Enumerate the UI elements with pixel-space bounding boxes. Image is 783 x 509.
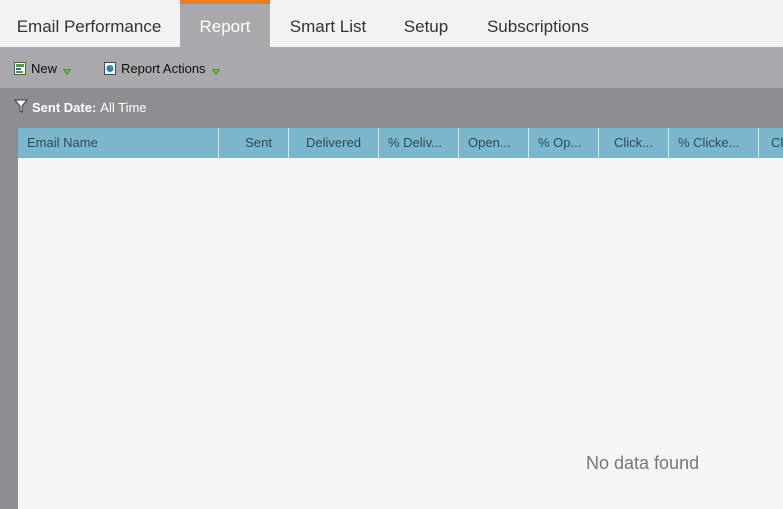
empty-state-message: No data found [586,453,700,473]
column-header-clicked[interactable]: Click... [599,128,669,158]
report-actions-icon [104,61,116,75]
column-header-pct-clicked[interactable]: % Clicke... [669,128,759,158]
tab-report[interactable]: Report [180,0,270,47]
new-button-label: New [31,60,58,76]
new-report-icon [14,61,26,75]
report-actions-label: Report Actions [121,60,206,76]
filter-bar: Sent Date: All Time [0,88,783,128]
column-header-clicked-extra[interactable]: Cl [759,128,783,158]
tab-subscriptions[interactable]: Subscriptions [468,0,608,47]
toolbar: New Report Actions [0,47,783,88]
report-grid: Email Name Sent Delivered % Deliv... Ope… [18,128,783,509]
caret-down-icon [62,64,72,76]
column-header-pct-delivered[interactable]: % Deliv... [379,128,459,158]
tab-bar: Email Performance Report Smart List Setu… [0,0,783,47]
column-header-email-name[interactable]: Email Name [18,128,219,158]
sent-date-filter[interactable]: Sent Date: All Time [13,99,147,116]
column-header-sent[interactable]: Sent [219,128,289,158]
tab-smart-list[interactable]: Smart List [272,0,384,47]
filter-icon [13,99,29,116]
grid-header: Email Name Sent Delivered % Deliv... Ope… [18,128,783,158]
column-header-pct-opened[interactable]: % Op... [529,128,599,158]
filter-label: Sent Date: [32,100,97,115]
column-header-delivered[interactable]: Delivered [289,128,379,158]
caret-down-icon [211,64,220,76]
tab-email-performance[interactable]: Email Performance [0,0,178,47]
report-actions-button[interactable]: Report Actions [104,59,220,77]
tab-setup[interactable]: Setup [386,0,466,47]
filter-value: All Time [100,100,147,115]
new-button[interactable]: New [14,59,72,77]
column-header-opened[interactable]: Open... [459,128,529,158]
